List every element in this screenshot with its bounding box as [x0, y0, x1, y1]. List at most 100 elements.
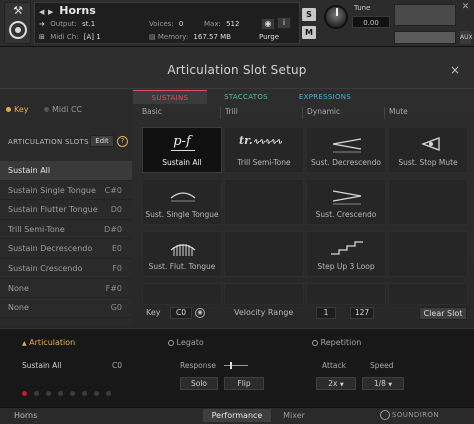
chevron-down-icon: ▼	[339, 382, 344, 388]
cell-empty[interactable]	[306, 283, 386, 305]
help-icon[interactable]: ?	[117, 136, 128, 147]
slot-dot[interactable]	[70, 391, 75, 396]
legato-section-header[interactable]: Legato	[168, 338, 204, 349]
velocity-high-field[interactable]: 127	[350, 307, 374, 319]
purge-dropdown[interactable]: Purge	[259, 31, 279, 44]
slot-item[interactable]: Sustain Single Tongue C#0	[0, 181, 132, 201]
toggle-circle-icon[interactable]	[168, 339, 174, 346]
current-articulation-key: C0	[112, 361, 123, 370]
cell-sust-stop-mute[interactable]: Sust. Stop Mute	[388, 127, 468, 173]
cell-empty[interactable]	[224, 179, 304, 225]
soundiron-logo-icon	[380, 410, 390, 420]
voices-label: Voices:	[149, 20, 174, 28]
velocity-low-field[interactable]: 1	[316, 307, 336, 319]
close-icon[interactable]: ✕	[460, 2, 471, 13]
cell-empty[interactable]	[142, 283, 222, 305]
slot-dot[interactable]	[106, 391, 111, 396]
solo-button[interactable]: S	[302, 8, 316, 21]
tab-sustains[interactable]: SUSTAINS	[133, 90, 207, 104]
cell-label: Sust. Stop Mute	[398, 158, 458, 167]
max-value[interactable]: 512	[226, 20, 239, 28]
trill-icon: tr.∿∿∿∿∿	[239, 134, 282, 147]
solo-legato-button[interactable]: Solo	[180, 377, 218, 390]
cell-step-up-3-loop[interactable]: Step Up 3 Loop	[306, 231, 386, 277]
slider-handle[interactable]	[230, 362, 232, 369]
tab-mixer[interactable]: Mixer	[272, 409, 316, 422]
slot-controls-row: Key C0 ◉ Velocity Range 1 127 Clear Slot	[138, 307, 471, 321]
slot-item[interactable]: Sustain Crescendo F0	[0, 259, 132, 279]
slot-item[interactable]: Sustain All	[0, 161, 132, 181]
trigger-midicc-option[interactable]: Midi CC	[44, 105, 82, 116]
kontakt-ring-icon	[9, 21, 27, 39]
edit-slots-button[interactable]: Edit	[90, 135, 114, 147]
slot-dot[interactable]	[46, 391, 51, 396]
max-group: Max: 512	[204, 18, 239, 31]
cell-sust-decrescendo[interactable]: Sust. Decrescendo	[306, 127, 386, 173]
cell-empty[interactable]	[388, 283, 468, 305]
volume-slider[interactable]	[394, 31, 456, 44]
tab-staccatos[interactable]: STACCATOS	[209, 90, 283, 104]
slot-item[interactable]: Trill Semi-Tone D#0	[0, 220, 132, 240]
slot-dot[interactable]	[22, 391, 27, 396]
name-row: ◀ ▶ Horns	[39, 4, 96, 17]
midi-row: ⊞ Midi Ch: [A] 1 ▤ Memory: 167.57 MB Pur…	[39, 31, 279, 44]
slot-name: None	[8, 283, 29, 293]
cell-empty[interactable]	[388, 231, 468, 277]
slot-item[interactable]: Sustain Decrescendo E0	[0, 239, 132, 259]
slot-dot[interactable]	[82, 391, 87, 396]
column-dynamic: Dynamic	[302, 107, 384, 119]
cell-label: Trill Semi-Tone	[237, 158, 291, 167]
slot-item[interactable]: None G0	[0, 298, 132, 318]
tune-value[interactable]: 0.00	[352, 16, 390, 28]
tab-performance[interactable]: Performance	[203, 409, 271, 422]
attack-dropdown[interactable]: 2x ▼	[316, 377, 356, 390]
toggle-circle-icon[interactable]	[312, 339, 318, 346]
cell-sustain-all[interactable]: p-f Sustain All	[142, 127, 222, 173]
slot-key: D0	[110, 205, 122, 215]
speed-dropdown[interactable]: 1/8 ▼	[362, 377, 404, 390]
clear-slot-button[interactable]: Clear Slot	[419, 307, 467, 320]
learn-icon[interactable]: ◉	[195, 308, 205, 318]
mute-button[interactable]: M	[302, 26, 316, 39]
cell-label: Sustain All	[162, 158, 202, 167]
triangle-up-icon: ▲	[22, 340, 27, 347]
instrument-name[interactable]: Horns	[59, 4, 96, 17]
info-icon[interactable]: i	[277, 17, 291, 29]
wrench-icon[interactable]: ⚒	[9, 5, 27, 17]
slot-dot[interactable]	[34, 391, 39, 396]
cell-label: Sust. Crescendo	[315, 210, 377, 219]
cell-empty[interactable]	[388, 179, 468, 225]
cell-sust-single-tongue[interactable]: Sust. Single Tongue	[142, 179, 222, 225]
radio-selected-icon	[6, 107, 11, 112]
column-mute: Mute	[384, 107, 466, 119]
response-slider[interactable]	[224, 362, 248, 369]
tune-knob[interactable]	[324, 5, 348, 29]
midi-value[interactable]: [A] 1	[84, 33, 101, 41]
cell-trill-semi-tone[interactable]: tr.∿∿∿∿∿ Trill Semi-Tone	[224, 127, 304, 173]
slot-item[interactable]: None F#0	[0, 279, 132, 299]
trigger-key-option[interactable]: Key	[6, 105, 29, 116]
slot-dot[interactable]	[94, 391, 99, 396]
articulation-grid: Basic Trill Dynamic Mute p-f Sustain All…	[138, 107, 471, 327]
camera-icon[interactable]: ◉	[261, 18, 275, 30]
key-field[interactable]: C0	[170, 307, 192, 319]
output-value[interactable]: st.1	[82, 20, 95, 28]
repetition-section-header[interactable]: Repetition	[312, 338, 361, 349]
cell-sust-crescendo[interactable]: Sust. Crescendo	[306, 179, 386, 225]
cell-empty[interactable]	[224, 231, 304, 277]
output-label: Output:	[50, 20, 77, 28]
slot-dot[interactable]	[58, 391, 63, 396]
flip-button[interactable]: Flip	[224, 377, 264, 390]
flutter-tongue-icon	[170, 244, 196, 256]
level-meter	[394, 4, 456, 26]
sustain-line-icon	[171, 150, 195, 151]
voices-group: Voices: 0	[149, 18, 183, 31]
tab-expressions[interactable]: EXPRESSIONS	[285, 90, 365, 104]
cell-sust-flut-tongue[interactable]: Sust. Flut. Tongue	[142, 231, 222, 277]
panel-close-icon[interactable]: ×	[448, 63, 462, 77]
slot-item[interactable]: Sustain Flutter Tongue D0	[0, 200, 132, 220]
aux-button[interactable]: AUX	[460, 31, 473, 44]
column-trill: Trill	[220, 107, 302, 119]
kontakt-logo[interactable]: ⚒	[4, 2, 31, 44]
cell-empty[interactable]	[224, 283, 304, 305]
